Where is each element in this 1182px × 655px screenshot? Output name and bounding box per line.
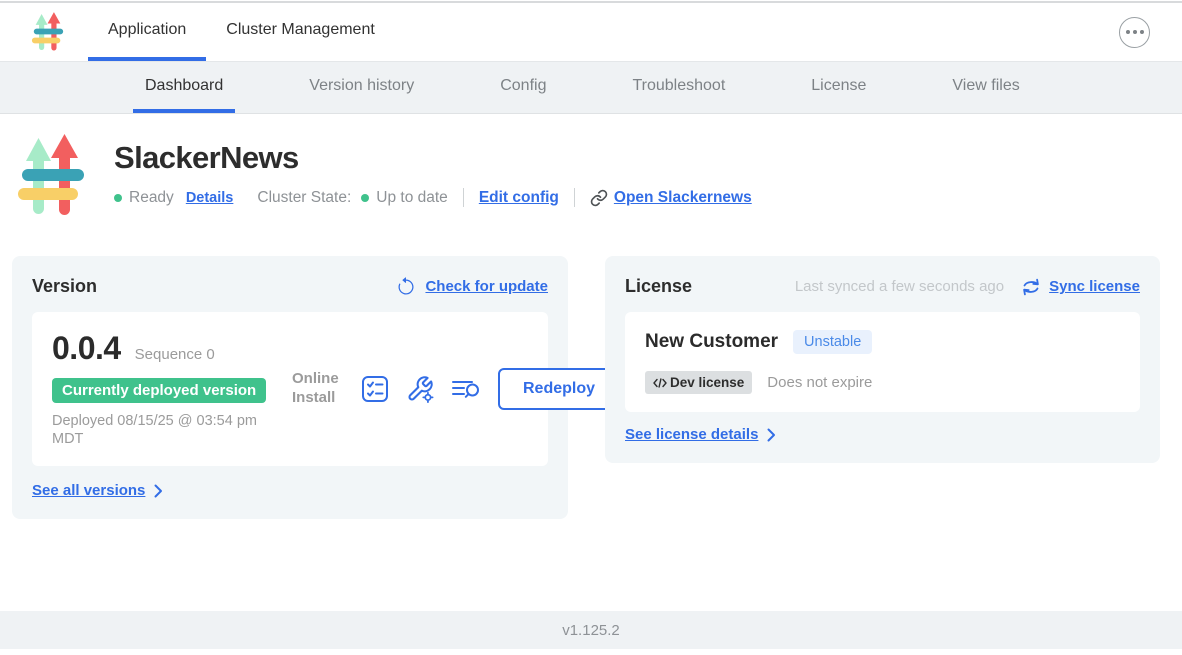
tab-config-label: Config [500,77,546,95]
app-status-dot [114,194,122,202]
sequence-label: Sequence 0 [135,346,215,363]
channel-badge: Unstable [793,330,872,354]
tab-config[interactable]: Config [488,62,558,113]
see-all-versions-label: See all versions [32,482,145,499]
dashboard-cards: Version Check for update 0.0.4 Sequence [0,220,1182,519]
status-row: Ready Details Cluster State: Up to date … [114,188,752,207]
app-header: SlackerNews Ready Details Cluster State:… [0,114,1182,220]
tab-version-history[interactable]: Version history [297,62,426,113]
edit-config-link[interactable]: Edit config [479,189,559,207]
see-all-versions-link[interactable]: See all versions [32,482,548,499]
tab-view-files-label: View files [952,77,1019,95]
cluster-state-dot [361,194,369,202]
sync-license-link[interactable]: Sync license [1021,277,1140,297]
last-synced-text: Last synced a few seconds ago [795,278,1004,295]
title-block: SlackerNews Ready Details Cluster State:… [114,132,752,220]
deployed-timestamp: Deployed 08/15/25 @ 03:54 pm MDT [52,412,270,448]
version-card-header: Version Check for update [32,276,548,297]
tab-license[interactable]: License [799,62,878,113]
version-card-title: Version [32,276,97,297]
tab-troubleshoot[interactable]: Troubleshoot [620,62,737,113]
version-number: 0.0.4 [52,330,121,367]
tab-version-history-label: Version history [309,77,414,95]
tab-license-label: License [811,77,866,95]
tab-application[interactable]: Application [88,3,206,61]
see-license-details-link[interactable]: See license details [625,426,1140,443]
sync-arrows-icon [1021,277,1041,297]
console-version: v1.125.2 [562,622,620,639]
code-icon [653,378,667,388]
ellipsis-icon [1126,30,1130,34]
checklist-icon [361,375,389,403]
page-title: SlackerNews [114,140,752,176]
chevron-right-icon [767,428,776,442]
top-nav: Application Cluster Management [0,3,1182,62]
license-card: License Last synced a few seconds ago Sy… [605,256,1160,463]
install-type-label: Online Install [292,370,344,408]
license-type-label: Dev license [670,375,744,390]
details-link[interactable]: Details [186,190,234,206]
deployed-status-badge: Currently deployed version [52,378,266,403]
page: Application Cluster Management Dashboard… [0,0,1182,655]
sub-nav: Dashboard Version history Config Trouble… [0,62,1182,114]
redeploy-button[interactable]: Redeploy [498,368,620,410]
app-logo-icon [30,11,66,53]
footer: v1.125.2 [0,611,1182,649]
sync-license-label: Sync license [1049,278,1140,295]
check-for-update-link[interactable]: Check for update [396,277,548,297]
tab-view-files[interactable]: View files [940,62,1031,113]
version-actions: Online Install [292,368,620,410]
top-tabs: Application Cluster Management [88,3,395,61]
cluster-state-value: Up to date [376,189,448,207]
license-card-title: License [625,276,692,297]
license-type-badge: Dev license [645,371,752,394]
overflow-menu-button[interactable] [1119,17,1150,48]
license-expiry: Does not expire [767,374,872,391]
tab-application-label: Application [108,21,186,39]
deploy-logs-button[interactable] [451,376,481,402]
license-card-header: License Last synced a few seconds ago Sy… [625,276,1140,297]
open-app-link[interactable]: Open Slackernews [590,189,752,207]
config-diff-button[interactable] [406,375,434,403]
tab-troubleshoot-label: Troubleshoot [632,77,725,95]
see-license-details-label: See license details [625,426,758,443]
license-panel: New Customer Unstable Dev license [625,312,1140,412]
tab-dashboard[interactable]: Dashboard [133,62,235,113]
tab-cluster-management[interactable]: Cluster Management [206,3,395,61]
release-notes-button[interactable] [361,375,389,403]
tab-dashboard-label: Dashboard [145,77,223,95]
app-status-text: Ready [129,189,174,207]
link-chain-icon [590,189,608,207]
main-content: SlackerNews Ready Details Cluster State:… [0,114,1182,611]
open-app-label: Open Slackernews [614,189,752,207]
divider [463,188,464,207]
divider [574,188,575,207]
refresh-icon [396,277,416,297]
version-card: Version Check for update 0.0.4 Sequence [12,256,568,519]
version-info: 0.0.4 Sequence 0 Currently deployed vers… [52,330,292,448]
tab-cluster-management-label: Cluster Management [226,21,375,39]
cluster-state-label: Cluster State: [257,189,351,207]
chevron-right-icon [154,484,163,498]
customer-name: New Customer [645,331,778,353]
logs-search-icon [451,376,481,402]
app-logo-large-icon [14,132,90,220]
check-for-update-label: Check for update [425,278,548,295]
current-version-panel: 0.0.4 Sequence 0 Currently deployed vers… [32,312,548,466]
wrench-gear-icon [406,375,434,403]
